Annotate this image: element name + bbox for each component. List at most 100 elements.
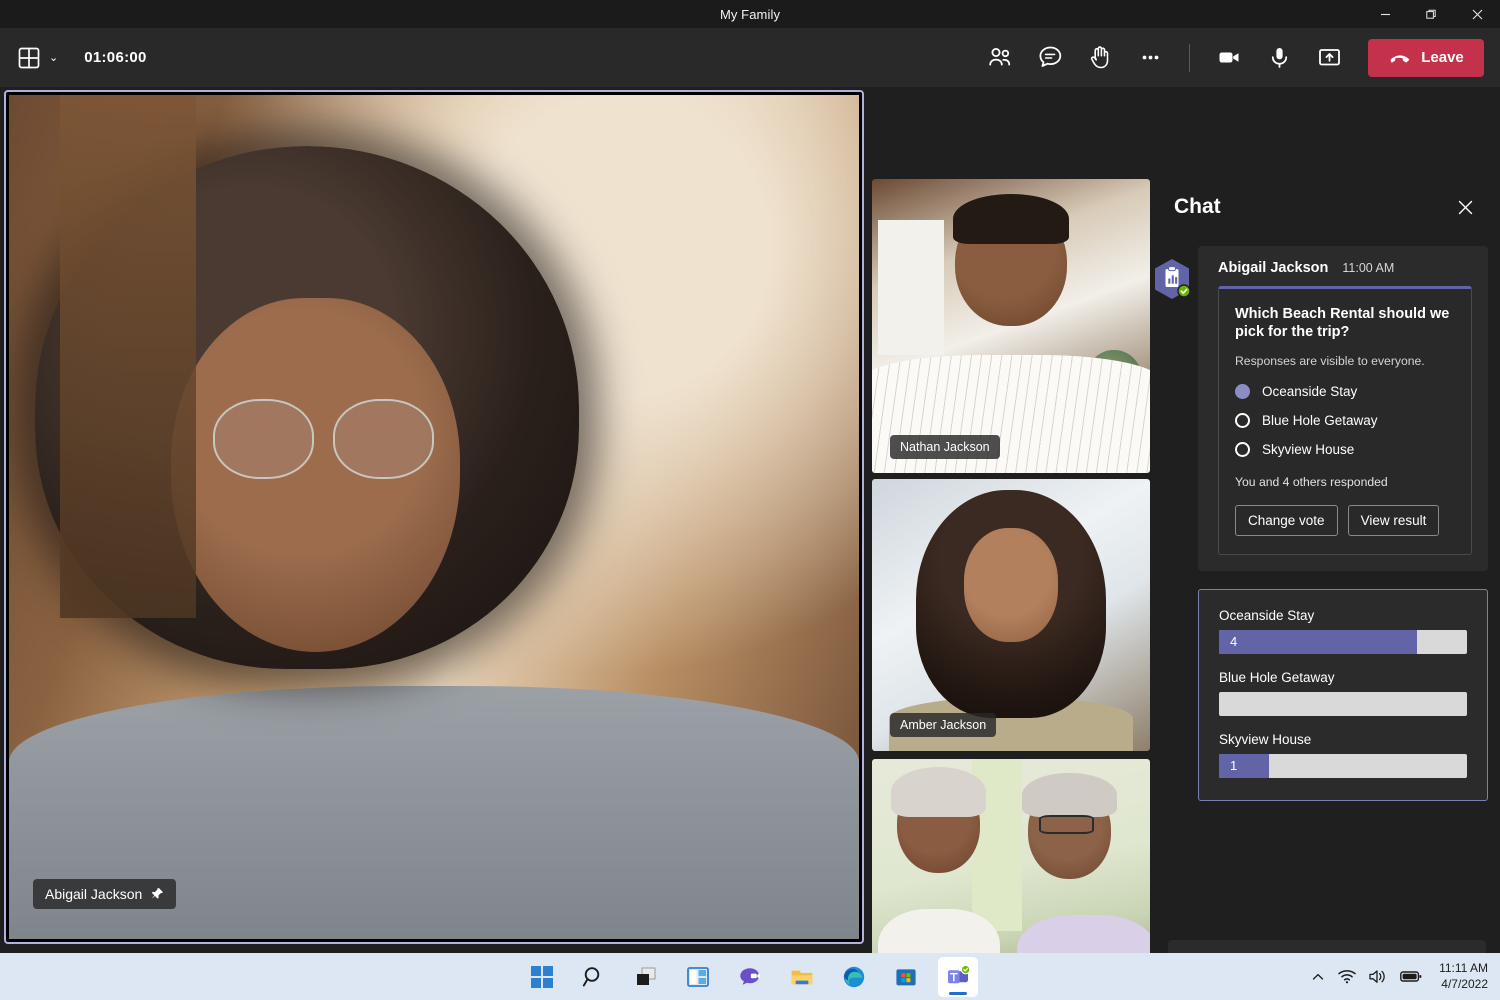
restore-icon	[1426, 9, 1437, 20]
teams-chat-icon	[738, 965, 762, 989]
main-speaker-video: Abigail Jackson	[9, 95, 859, 939]
microphone-icon	[1266, 44, 1293, 71]
layout-switcher-button[interactable]: ⌄	[18, 47, 58, 69]
poll-result-row: Oceanside Stay 4	[1219, 608, 1467, 654]
show-hidden-icons-button[interactable]	[1311, 970, 1325, 984]
participant-name-badge: Amber Jackson	[890, 713, 996, 737]
scene-window	[878, 220, 945, 355]
teams-icon	[946, 965, 970, 989]
poll-result-label: Blue Hole Getaway	[1219, 670, 1467, 685]
poll-option-label: Oceanside Stay	[1262, 384, 1357, 399]
poll-subtitle: Responses are visible to everyone.	[1235, 354, 1455, 368]
poll-option-2[interactable]: Skyview House	[1235, 442, 1455, 457]
chevron-up-icon	[1311, 970, 1325, 984]
speaker-glasses	[213, 399, 434, 475]
participant-tile-amber[interactable]: Amber Jackson	[872, 479, 1150, 751]
main-speaker-name: Abigail Jackson	[45, 886, 142, 902]
system-tray: 11:11 AM 4/7/2022	[1311, 961, 1488, 992]
leave-button-label: Leave	[1421, 49, 1464, 66]
window-controls	[1362, 0, 1500, 28]
task-view-button[interactable]	[626, 957, 666, 997]
more-options-icon	[1137, 44, 1164, 71]
pin-icon	[150, 887, 164, 901]
poll-result-track: 4	[1219, 630, 1467, 654]
file-explorer-icon	[790, 965, 814, 989]
teams-taskbar-button[interactable]	[938, 957, 978, 997]
windows-taskbar: 11:11 AM 4/7/2022	[0, 953, 1500, 1000]
chat-panel: Chat	[1154, 174, 1500, 1000]
windows-start-icon	[530, 965, 554, 989]
taskbar-clock[interactable]: 11:11 AM 4/7/2022	[1439, 961, 1488, 992]
search-button[interactable]	[574, 957, 614, 997]
volume-icon	[1369, 969, 1387, 984]
poll-result-value: 1	[1219, 758, 1237, 773]
poll-actions: Change vote View result	[1235, 505, 1455, 536]
chat-icon	[1037, 44, 1064, 71]
edge-button[interactable]	[834, 957, 874, 997]
raise-hand-icon	[1087, 44, 1114, 71]
leave-button[interactable]: Leave	[1368, 39, 1484, 77]
participant-video-frame	[872, 479, 1150, 751]
chat-panel-header: Chat	[1154, 174, 1500, 240]
widgets-icon	[686, 965, 710, 989]
close-button[interactable]	[1454, 0, 1500, 28]
poll-result-label: Skyview House	[1219, 732, 1467, 747]
teams-chat-button[interactable]	[730, 957, 770, 997]
camera-icon	[1216, 44, 1243, 71]
people-icon	[987, 44, 1014, 71]
participant-name-badge: Nathan Jackson	[890, 435, 1000, 459]
close-icon	[1458, 200, 1473, 215]
search-icon	[582, 965, 606, 989]
minimize-button[interactable]	[1362, 0, 1408, 28]
widgets-button[interactable]	[678, 957, 718, 997]
microsoft-store-button[interactable]	[886, 957, 926, 997]
radio-selected-icon	[1235, 384, 1250, 399]
restore-button[interactable]	[1408, 0, 1454, 28]
poll-result-row: Blue Hole Getaway	[1219, 670, 1467, 716]
view-result-button[interactable]: View result	[1348, 505, 1440, 536]
toolbar-divider	[1189, 44, 1190, 72]
close-icon	[1472, 9, 1483, 20]
people-button[interactable]	[977, 38, 1023, 78]
battery-button[interactable]	[1400, 970, 1422, 983]
chat-message-list[interactable]: Abigail Jackson 11:00 AM Which Beach Ren…	[1154, 240, 1500, 940]
chat-close-button[interactable]	[1450, 192, 1480, 222]
poll-result-row: Skyview House 1	[1219, 732, 1467, 778]
file-explorer-button[interactable]	[782, 957, 822, 997]
start-button[interactable]	[522, 957, 562, 997]
microphone-button[interactable]	[1256, 38, 1302, 78]
poll-results-card: Oceanside Stay 4 Blue Hole Getaway	[1198, 589, 1488, 801]
share-screen-button[interactable]	[1306, 38, 1352, 78]
poll-option-0[interactable]: Oceanside Stay	[1235, 384, 1455, 399]
edge-icon	[842, 965, 866, 989]
main-speaker-name-badge: Abigail Jackson	[33, 879, 176, 909]
toolbar-right: Leave	[977, 38, 1500, 78]
taskbar-time: 11:11 AM	[1439, 961, 1488, 977]
hang-up-icon	[1388, 46, 1412, 70]
meeting-timer: 01:06:00	[84, 49, 146, 66]
change-vote-button[interactable]: Change vote	[1235, 505, 1338, 536]
camera-button[interactable]	[1206, 38, 1252, 78]
speaker-face	[171, 298, 460, 652]
teams-meeting-window: My Family ⌄	[0, 0, 1500, 1000]
message-author: Abigail Jackson	[1218, 260, 1328, 276]
participant-tile-nathan[interactable]: Nathan Jackson	[872, 179, 1150, 473]
participant-name: Nathan Jackson	[900, 440, 990, 454]
main-speaker-tile[interactable]: Abigail Jackson	[4, 90, 864, 944]
participant-name: Amber Jackson	[900, 718, 986, 732]
participant-hair-secondary	[1022, 773, 1117, 817]
chat-panel-title: Chat	[1174, 195, 1221, 219]
raise-hand-button[interactable]	[1077, 38, 1123, 78]
main-speaker-video-frame	[9, 95, 859, 939]
chat-button[interactable]	[1027, 38, 1073, 78]
wifi-icon	[1338, 969, 1356, 984]
poll-result-bar: 4	[1219, 630, 1417, 654]
toolbar-left: ⌄ 01:06:00	[0, 47, 147, 69]
battery-icon	[1400, 970, 1422, 983]
more-options-button[interactable]	[1127, 38, 1173, 78]
wifi-button[interactable]	[1338, 969, 1356, 984]
participant-face	[964, 528, 1059, 642]
poll-option-1[interactable]: Blue Hole Getaway	[1235, 413, 1455, 428]
volume-button[interactable]	[1369, 969, 1387, 984]
taskbar-apps	[522, 957, 978, 997]
